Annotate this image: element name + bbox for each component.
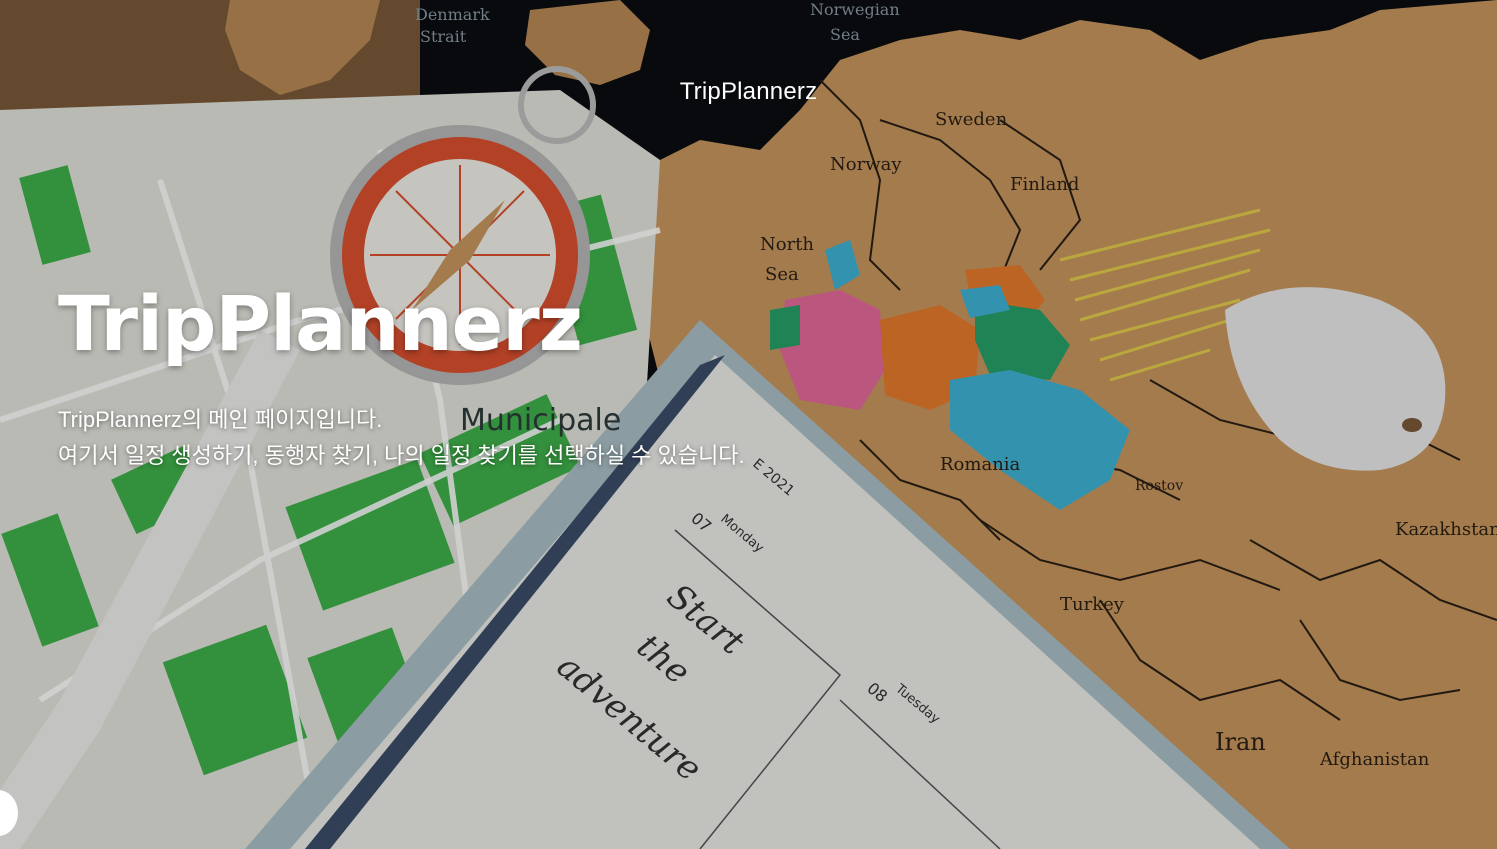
hero-content: TripPlannerz TripPlannerz의 메인 페이지입니다. 여기…	[58, 286, 745, 474]
hero-title: TripPlannerz	[58, 279, 583, 368]
hero-description-line-1: TripPlannerz의 메인 페이지입니다.	[58, 407, 383, 432]
hero-description-line-2: 여기서 일정 생성하기, 동행자 찾기, 나의 일정 찾기를 선택하실 수 있습…	[58, 443, 745, 468]
hero-section: 07 Monday 08 Tuesday E 2021 Start the ad…	[0, 0, 1497, 849]
hero-description: TripPlannerz의 메인 페이지입니다. 여기서 일정 생성하기, 동행…	[58, 402, 745, 474]
nav-brand-link[interactable]: TripPlannerz	[0, 78, 1497, 106]
